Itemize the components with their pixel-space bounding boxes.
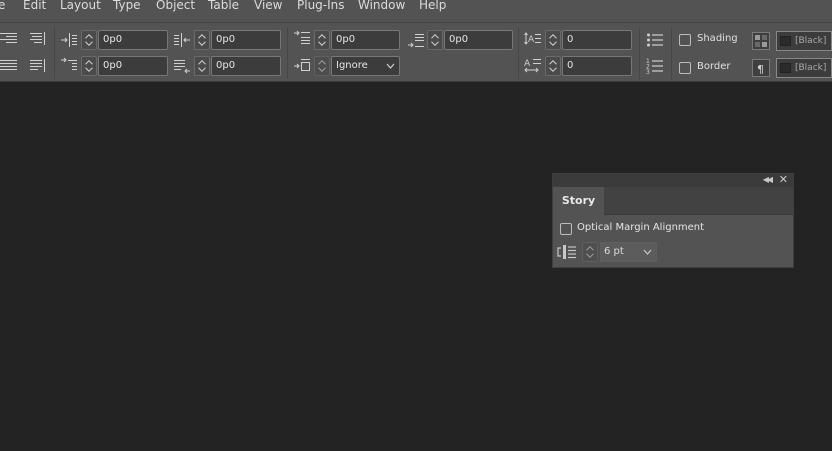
- space-before-icon: [293, 31, 311, 47]
- menu-table[interactable]: Table: [208, 0, 239, 12]
- drop-cap-lines-icon: A: [524, 31, 542, 47]
- drop-cap-lines-stepper[interactable]: [545, 30, 561, 50]
- align-to-grid-value: Ignore: [336, 60, 368, 71]
- right-indent-field[interactable]: 0p0: [211, 30, 281, 50]
- paragraph-border-settings-icon[interactable]: ¶: [752, 59, 770, 77]
- paragraph-control-panel: 0p0 0p0 0p0 0p0 0p0 0p0 Ignore A 0 A 0 1…: [0, 22, 832, 82]
- space-after-stepper[interactable]: [427, 30, 443, 50]
- menu-layout[interactable]: Layout: [60, 0, 101, 12]
- menu-bar: e Edit Layout Type Object Table View Plu…: [0, 0, 832, 22]
- bulleted-list-icon[interactable]: [646, 32, 664, 48]
- divider: [54, 27, 55, 79]
- menu-view[interactable]: View: [254, 0, 282, 12]
- align-towards-spine-icon[interactable]: [28, 31, 46, 47]
- optical-margin-size-stepper[interactable]: [582, 242, 598, 262]
- tab-story[interactable]: Story: [553, 187, 604, 215]
- menu-type[interactable]: Type: [113, 0, 141, 12]
- optical-margin-alignment-label: Optical Margin Alignment: [577, 222, 705, 233]
- menu-plug-ins[interactable]: Plug-Ins: [297, 0, 345, 12]
- svg-text:¶: ¶: [757, 63, 764, 76]
- svg-text:3: 3: [646, 69, 650, 74]
- svg-text:A: A: [524, 59, 531, 69]
- black-color-swatch: [780, 63, 791, 73]
- drop-cap-lines-field[interactable]: 0: [562, 30, 632, 50]
- story-panel: ◀◀ ✕ Story Optical Margin Alignment 6 pt: [552, 173, 794, 268]
- menu-edit[interactable]: Edit: [23, 0, 46, 12]
- close-icon[interactable]: ✕: [779, 173, 788, 186]
- panel-tab-strip: Story: [553, 187, 793, 215]
- border-checkbox[interactable]: [679, 62, 691, 74]
- shading-color-value: [Black]: [795, 36, 827, 46]
- drop-cap-characters-icon: A: [524, 57, 542, 73]
- right-indent-icon: [173, 32, 191, 48]
- first-line-indent-field[interactable]: 0p0: [98, 56, 168, 76]
- space-before-stepper[interactable]: [314, 30, 330, 50]
- last-line-indent-icon: [173, 58, 191, 74]
- shading-label: Shading: [697, 33, 738, 44]
- svg-text:A: A: [528, 35, 535, 45]
- right-indent-stepper[interactable]: [194, 30, 210, 50]
- menu-object[interactable]: Object: [156, 0, 195, 12]
- divider: [518, 27, 519, 79]
- swatches-grid-icon[interactable]: [752, 32, 770, 50]
- menu-window[interactable]: Window: [358, 0, 405, 12]
- border-label: Border: [697, 61, 731, 72]
- divider: [639, 27, 640, 79]
- optical-margin-size-select[interactable]: 6 pt: [600, 242, 657, 262]
- border-color-select[interactable]: [Black]: [776, 58, 832, 78]
- space-after-field[interactable]: 0p0: [444, 30, 513, 50]
- chevron-down-icon: [643, 249, 652, 255]
- menu-file[interactable]: e: [0, 0, 5, 12]
- last-line-indent-field[interactable]: 0p0: [211, 56, 281, 76]
- space-after-icon: [407, 32, 425, 48]
- align-to-grid-select[interactable]: Ignore: [331, 56, 400, 76]
- align-away-spine-icon[interactable]: [28, 58, 46, 74]
- justify-all-icon[interactable]: [0, 58, 18, 74]
- divider: [671, 27, 672, 79]
- numbered-list-icon[interactable]: 123: [646, 58, 664, 74]
- border-color-value: [Black]: [795, 63, 827, 73]
- space-before-field[interactable]: 0p0: [331, 30, 400, 50]
- optical-margin-size-value: 6 pt: [604, 246, 624, 257]
- chevron-down-icon: [386, 63, 395, 69]
- menu-help[interactable]: Help: [419, 0, 446, 12]
- align-to-grid-stepper[interactable]: [314, 56, 330, 76]
- divider: [287, 27, 288, 79]
- left-indent-stepper[interactable]: [81, 30, 97, 50]
- left-indent-field[interactable]: 0p0: [98, 30, 168, 50]
- first-line-indent-stepper[interactable]: [81, 56, 97, 76]
- drop-cap-characters-field[interactable]: 0: [562, 56, 632, 76]
- shading-checkbox[interactable]: [679, 34, 691, 46]
- align-to-grid-icon: [293, 58, 311, 74]
- drop-cap-characters-stepper[interactable]: [545, 56, 561, 76]
- left-indent-icon: [60, 32, 78, 48]
- optical-margin-size-icon: [557, 242, 577, 262]
- black-color-swatch: [780, 36, 791, 46]
- panel-title-bar[interactable]: ◀◀ ✕: [553, 173, 793, 187]
- align-right-icon[interactable]: [0, 31, 18, 47]
- first-line-indent-icon: [60, 57, 78, 73]
- last-line-indent-stepper[interactable]: [194, 56, 210, 76]
- shading-color-select[interactable]: [Black]: [776, 31, 832, 51]
- optical-margin-alignment-checkbox[interactable]: [560, 223, 572, 235]
- collapse-panel-icon[interactable]: ◀◀: [763, 175, 773, 184]
